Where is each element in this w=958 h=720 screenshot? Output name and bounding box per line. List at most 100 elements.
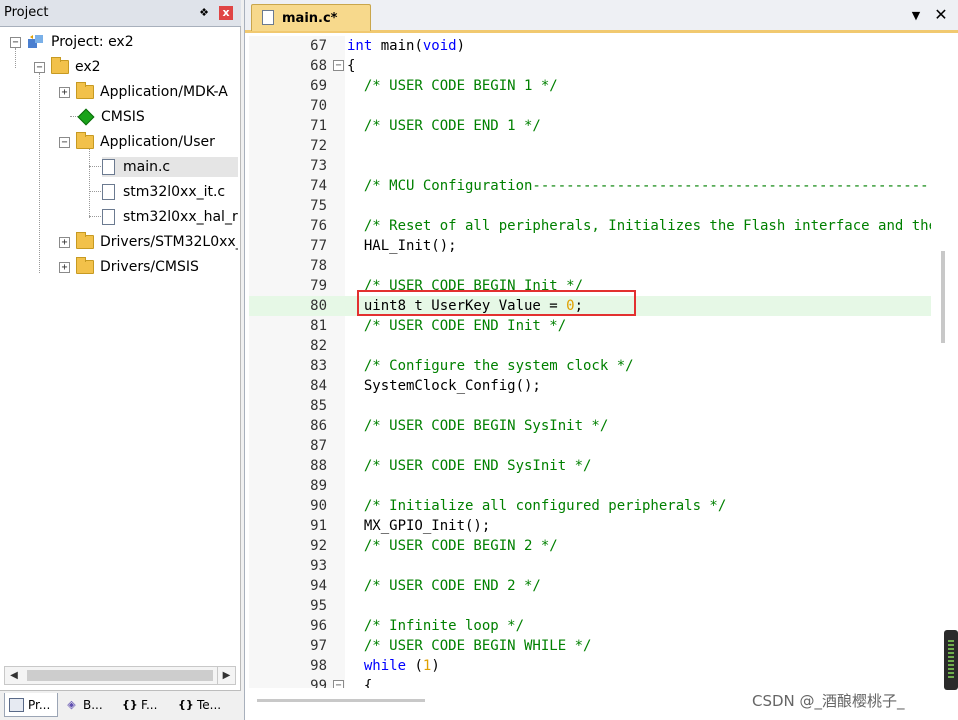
- code-line[interactable]: 71 /* USER CODE END 1 */: [249, 116, 931, 136]
- code-token: ;: [574, 298, 584, 314]
- tree-item-file[interactable]: stm32l0xx_hal_r: [102, 207, 238, 227]
- project-bottom-tabs: Pr... ◈ B... {} F... {} Te...: [0, 690, 241, 720]
- code-token: /* USER CODE BEGIN WHILE */: [347, 638, 592, 654]
- tree-item-label: stm32l0xx_it.c: [123, 184, 226, 200]
- code-line[interactable]: 92 /* USER CODE BEGIN 2 */: [249, 536, 931, 556]
- fold-toggle-icon[interactable]: −: [333, 680, 344, 688]
- code-token: /* USER CODE END 1 */: [347, 118, 541, 134]
- code-line[interactable]: 77 HAL_Init();: [249, 236, 931, 256]
- line-number: 86: [310, 418, 327, 434]
- code-text: HAL_Init();: [347, 236, 457, 256]
- code-line[interactable]: 86 /* USER CODE BEGIN SysInit */: [249, 416, 931, 436]
- code-line[interactable]: 79 /* USER CODE BEGIN Init */: [249, 276, 931, 296]
- code-line[interactable]: 85: [249, 396, 931, 416]
- line-number: 91: [310, 518, 327, 534]
- code-line[interactable]: 93: [249, 556, 931, 576]
- tab-books[interactable]: ◈ B...: [60, 693, 116, 717]
- code-token: void: [422, 38, 457, 54]
- editor-vertical-scrollbar[interactable]: [935, 36, 955, 688]
- line-number: 93: [310, 558, 327, 574]
- code-line[interactable]: 90 /* Initialize all configured peripher…: [249, 496, 931, 516]
- line-number: 94: [310, 578, 327, 594]
- code-line[interactable]: 74 /* MCU Configuration-----------------…: [249, 176, 931, 196]
- line-number: 77: [310, 238, 327, 254]
- code-line[interactable]: 69 /* USER CODE BEGIN 1 */: [249, 76, 931, 96]
- scroll-left-icon[interactable]: ◀: [5, 667, 23, 684]
- code-line[interactable]: 99− {: [249, 676, 931, 688]
- tree-item-group[interactable]: − Application/User: [59, 132, 215, 152]
- code-line[interactable]: 89: [249, 476, 931, 496]
- scroll-right-icon[interactable]: ▶: [217, 667, 235, 684]
- tab-main-c[interactable]: main.c*: [251, 4, 371, 31]
- tab-functions[interactable]: {} F...: [118, 693, 172, 717]
- code-line[interactable]: 82: [249, 336, 931, 356]
- code-text: /* Reset of all peripherals, Initializes…: [347, 216, 931, 236]
- code-text: /* USER CODE END Init */: [347, 316, 566, 336]
- tree-item-file[interactable]: stm32l0xx_it.c: [102, 182, 225, 202]
- code-line[interactable]: 72: [249, 136, 931, 156]
- code-line[interactable]: 81 /* USER CODE END Init */: [249, 316, 931, 336]
- tree-item-group[interactable]: + Drivers/STM32L0xx_: [59, 232, 238, 252]
- fold-toggle-icon[interactable]: −: [333, 60, 344, 71]
- collapse-icon[interactable]: −: [10, 36, 21, 48]
- code-line[interactable]: 78: [249, 256, 931, 276]
- collapse-icon[interactable]: −: [34, 61, 45, 73]
- code-line[interactable]: 67 int main(void): [249, 36, 931, 56]
- code-line[interactable]: 91 MX_GPIO_Init();: [249, 516, 931, 536]
- code-line[interactable]: 70: [249, 96, 931, 116]
- code-token: {: [347, 678, 373, 688]
- code-line[interactable]: 97 /* USER CODE BEGIN WHILE */: [249, 636, 931, 656]
- code-line[interactable]: 94 /* USER CODE END 2 */: [249, 576, 931, 596]
- tab-list-dropdown-icon[interactable]: ▼: [909, 9, 923, 23]
- tab-label: Te...: [197, 698, 222, 712]
- expand-icon[interactable]: +: [59, 236, 70, 248]
- code-token: MX_GPIO_Init();: [347, 518, 491, 534]
- pin-icon[interactable]: ❖: [198, 6, 210, 20]
- close-panel-icon[interactable]: x: [219, 6, 233, 20]
- line-number: 78: [310, 258, 327, 274]
- tree-item-target[interactable]: − ex2: [34, 57, 101, 77]
- code-line[interactable]: 98 while (1): [249, 656, 931, 676]
- code-token: /* USER CODE END SysInit */: [347, 458, 592, 474]
- scrollbar-thumb[interactable]: [941, 251, 945, 343]
- code-line[interactable]: 76 /* Reset of all peripherals, Initiali…: [249, 216, 931, 236]
- code-token: /* USER CODE BEGIN 1 */: [347, 78, 558, 94]
- line-number: 80: [310, 298, 327, 314]
- code-line[interactable]: 83 /* Configure the system clock */: [249, 356, 931, 376]
- collapse-icon[interactable]: −: [59, 136, 70, 148]
- project-horizontal-scrollbar[interactable]: ◀ ▶: [4, 666, 236, 685]
- code-line[interactable]: 73: [249, 156, 931, 176]
- close-tab-icon[interactable]: ✕: [933, 7, 949, 23]
- code-line[interactable]: 80 uint8 t UserKey Value = 0;: [249, 296, 931, 316]
- file-icon: [262, 10, 274, 25]
- code-line[interactable]: 96 /* Infinite loop */: [249, 616, 931, 636]
- code-line[interactable]: 75: [249, 196, 931, 216]
- code-line[interactable]: 84 SystemClock_Config();: [249, 376, 931, 396]
- code-text: /* Initialize all configured peripherals…: [347, 496, 726, 516]
- side-grip-handle[interactable]: [944, 630, 958, 690]
- tab-project[interactable]: Pr...: [4, 693, 58, 717]
- tree-item-label: main.c: [123, 159, 171, 175]
- tree-item-cmsis[interactable]: CMSIS: [76, 107, 145, 127]
- line-number: 87: [310, 438, 327, 454]
- scrollbar-thumb[interactable]: [257, 699, 425, 702]
- expand-icon[interactable]: +: [59, 86, 70, 98]
- templates-icon: {}: [178, 698, 194, 711]
- tree-item-project[interactable]: − Project: ex2: [10, 32, 134, 52]
- line-number: 98: [310, 658, 327, 674]
- line-number: 83: [310, 358, 327, 374]
- scrollbar-thumb[interactable]: [27, 670, 213, 681]
- code-line[interactable]: 87: [249, 436, 931, 456]
- folder-open-icon: [76, 132, 94, 149]
- line-number: 75: [310, 198, 327, 214]
- tab-templates[interactable]: {} Te...: [174, 693, 234, 717]
- code-line[interactable]: 88 /* USER CODE END SysInit */: [249, 456, 931, 476]
- tree-item-group[interactable]: + Application/MDK-A: [59, 82, 228, 102]
- code-text: /* MCU Configuration--------------------…: [347, 176, 931, 196]
- code-area[interactable]: 67 int main(void) 68−{69 /* USER CODE BEGI…: [249, 36, 931, 688]
- expand-icon[interactable]: +: [59, 261, 70, 273]
- tree-item-group[interactable]: + Drivers/CMSIS: [59, 257, 199, 277]
- code-line[interactable]: 95: [249, 596, 931, 616]
- tree-item-file-selected[interactable]: main.c: [102, 157, 238, 177]
- code-line[interactable]: 68−{: [249, 56, 931, 76]
